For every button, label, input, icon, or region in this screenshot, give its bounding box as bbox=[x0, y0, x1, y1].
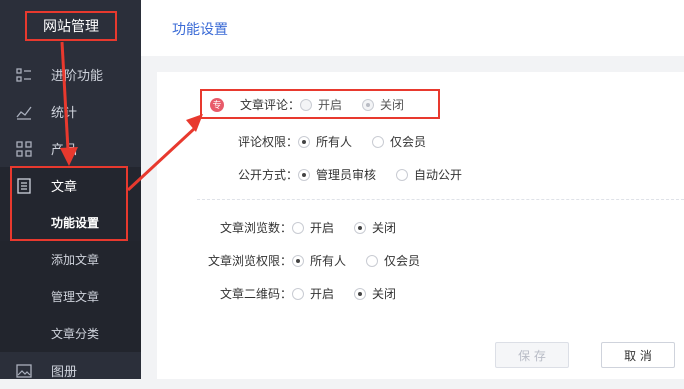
radio-label: 开启 bbox=[310, 221, 335, 235]
radio-circle bbox=[300, 98, 312, 111]
brand-label: 网站管理 bbox=[43, 19, 99, 35]
radio-label: 开启 bbox=[318, 98, 343, 112]
view-count-row: 文章浏览数： 开启 关闭 bbox=[200, 219, 416, 236]
list-icon bbox=[16, 67, 31, 82]
sidebar-item-label: 统计 bbox=[51, 106, 78, 121]
radio-label: 管理员审核 bbox=[316, 168, 377, 182]
view-permission-all-radio[interactable]: 所有人 bbox=[292, 252, 346, 269]
radio-label: 所有人 bbox=[316, 135, 353, 149]
radio-label: 关闭 bbox=[380, 98, 405, 112]
sidebar-item-article-categories[interactable]: 文章分类 bbox=[0, 315, 141, 352]
sidebar-item-add-article[interactable]: 添加文章 bbox=[0, 241, 141, 278]
sidebar-item-gallery[interactable]: 图册 bbox=[0, 352, 141, 389]
radio-circle bbox=[292, 254, 304, 267]
radio-circle bbox=[298, 168, 310, 181]
radio-circle bbox=[354, 287, 367, 300]
sidebar-item-label: 管理文章 bbox=[51, 290, 100, 304]
top-header: 功能设置 bbox=[141, 0, 684, 56]
page-title: 功能设置 bbox=[172, 22, 228, 38]
radio-label: 自动公开 bbox=[414, 168, 463, 182]
qrcode-on-radio[interactable]: 开启 bbox=[292, 285, 334, 302]
sidebar-item-label: 进阶功能 bbox=[51, 69, 104, 84]
publish-auto-radio[interactable]: 自动公开 bbox=[396, 166, 462, 183]
view-count-off-radio[interactable]: 关闭 bbox=[354, 219, 396, 236]
radio-circle bbox=[396, 168, 409, 181]
sidebar-item-label: 产品 bbox=[51, 143, 78, 158]
sidebar-item-products[interactable]: 产品 bbox=[0, 130, 141, 167]
radio-circle bbox=[354, 221, 367, 234]
radio-circle bbox=[372, 135, 385, 148]
publish-mode-label: 公开方式： bbox=[237, 168, 298, 182]
view-permission-members-radio[interactable]: 仅会员 bbox=[366, 252, 420, 269]
qrcode-label: 文章二维码： bbox=[219, 287, 292, 301]
sidebar-item-label: 文章分类 bbox=[51, 327, 100, 341]
radio-label: 所有人 bbox=[310, 254, 347, 268]
grid-icon bbox=[16, 140, 32, 157]
radio-label: 仅会员 bbox=[384, 254, 421, 268]
view-permission-label: 文章浏览权限： bbox=[207, 254, 292, 268]
section-divider bbox=[197, 199, 684, 200]
radio-circle bbox=[292, 221, 304, 234]
view-count-label: 文章浏览数： bbox=[219, 221, 292, 235]
publish-mode-row: 公开方式： 管理员审核 自动公开 bbox=[210, 166, 482, 183]
radio-circle bbox=[362, 98, 375, 111]
comment-label: 文章评论： bbox=[239, 98, 300, 112]
radio-circle bbox=[298, 135, 310, 148]
comment-setting-row: 专 文章评论： 开启 关闭 bbox=[210, 96, 424, 113]
sidebar-item-manage-articles[interactable]: 管理文章 bbox=[0, 278, 141, 315]
radio-circle bbox=[292, 287, 304, 300]
comment-off-radio[interactable]: 关闭 bbox=[362, 96, 404, 113]
save-button[interactable]: 保 存 bbox=[495, 342, 569, 368]
radio-circle bbox=[366, 254, 379, 267]
sidebar-item-stats[interactable]: 统计 bbox=[0, 93, 141, 130]
radio-label: 关闭 bbox=[372, 287, 397, 301]
comment-permission-label: 评论权限： bbox=[237, 135, 298, 149]
radio-label: 关闭 bbox=[372, 221, 397, 235]
comment-permission-row: 评论权限： 所有人 仅会员 bbox=[210, 133, 446, 150]
comment-permission-all-radio[interactable]: 所有人 bbox=[298, 133, 352, 150]
view-permission-row: 文章浏览权限： 所有人 仅会员 bbox=[200, 252, 440, 269]
radio-label: 开启 bbox=[310, 287, 335, 301]
site-management-title[interactable]: 网站管理 bbox=[25, 11, 117, 41]
annotation-highlight-box bbox=[10, 166, 128, 241]
sidebar-item-advanced[interactable]: 进阶功能 bbox=[0, 56, 141, 93]
premium-badge-icon: 专 bbox=[210, 97, 224, 112]
chart-icon bbox=[16, 106, 32, 120]
sidebar-item-label: 图册 bbox=[51, 365, 78, 380]
qrcode-row: 文章二维码： 开启 关闭 bbox=[200, 285, 416, 302]
radio-label: 仅会员 bbox=[390, 135, 427, 149]
sidebar-item-label: 添加文章 bbox=[51, 253, 100, 267]
cancel-button[interactable]: 取 消 bbox=[601, 342, 675, 368]
comment-permission-members-radio[interactable]: 仅会员 bbox=[372, 133, 426, 150]
comment-on-radio[interactable]: 开启 bbox=[300, 96, 342, 113]
publish-admin-review-radio[interactable]: 管理员审核 bbox=[298, 166, 376, 183]
image-icon bbox=[16, 363, 32, 378]
view-count-on-radio[interactable]: 开启 bbox=[292, 219, 334, 236]
qrcode-off-radio[interactable]: 关闭 bbox=[354, 285, 396, 302]
